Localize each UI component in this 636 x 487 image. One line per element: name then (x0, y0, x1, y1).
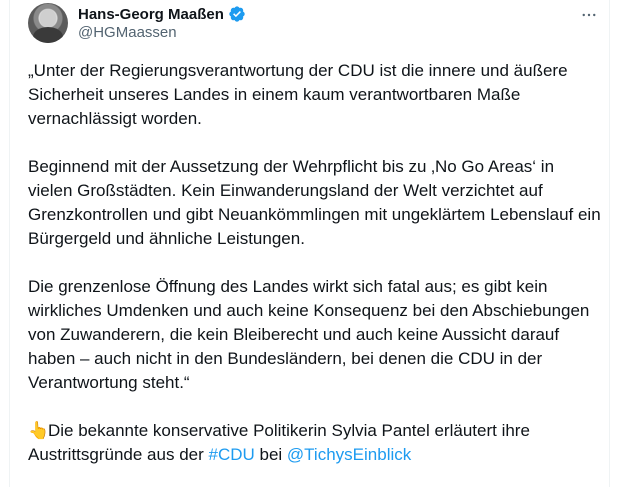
avatar[interactable] (28, 3, 68, 43)
tweet-paragraph-3: Die grenzenlose Öffnung des Landes wirkt… (28, 277, 590, 392)
verified-badge-icon (229, 6, 245, 22)
author-handle[interactable]: @HGMaassen (78, 24, 177, 41)
avatar-body (33, 27, 63, 43)
hashtag-link[interactable]: #CDU (208, 445, 254, 464)
avatar-head (40, 9, 56, 27)
pointing-up-emoji-icon: 👆 (28, 421, 50, 440)
tweet-text: „Unter der Regierungsverantwortung der C… (28, 59, 603, 467)
tweet-paragraph-2: Beginnend mit der Aussetzung der Wehrpfl… (28, 157, 601, 248)
mention-link[interactable]: @TichysEinblick (287, 445, 411, 464)
more-options-button[interactable] (576, 5, 602, 25)
author-display-name[interactable]: Hans-Georg Maaßen (78, 6, 224, 23)
author-name-row: Hans-Georg Maaßen (78, 4, 246, 24)
more-options-icon (582, 13, 596, 17)
tweet-paragraph-1: „Unter der Regierungsverantwortung der C… (28, 61, 568, 128)
tweet-paragraph-4: 👆Die bekannte konservative Politikerin S… (28, 419, 603, 467)
tweet-card: Hans-Georg Maaßen @HGMaassen „Unter der … (9, 0, 610, 487)
tweet-text-middle: bei (254, 445, 287, 464)
